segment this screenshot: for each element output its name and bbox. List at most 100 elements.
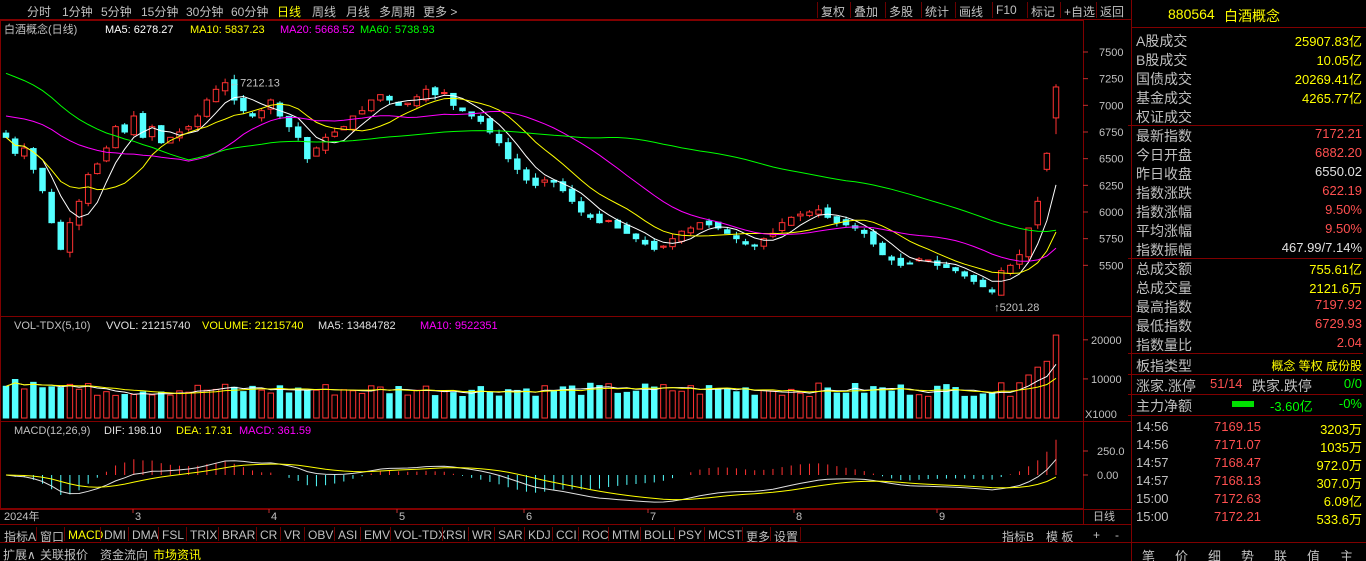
y-tick-label: 7250 bbox=[1099, 74, 1123, 86]
indicator-tab[interactable]: KDJ bbox=[528, 528, 551, 542]
vol-label: VOL-TDX(5,10) bbox=[14, 320, 90, 332]
y-tick-label: 7500 bbox=[1099, 47, 1123, 59]
toolbar-divider bbox=[885, 2, 886, 18]
volume-bar bbox=[924, 395, 932, 419]
panel-tab[interactable]: 联 bbox=[1274, 546, 1287, 561]
quote-value: 2121.6万 bbox=[1309, 281, 1362, 296]
candle-body bbox=[641, 239, 649, 245]
indicator-tab[interactable]: MTM bbox=[612, 528, 639, 542]
panel-tab[interactable]: 势 bbox=[1241, 546, 1254, 561]
volume-bar bbox=[121, 394, 128, 419]
tool-button[interactable]: 叠加 bbox=[854, 3, 878, 20]
indicator-right-button[interactable]: + bbox=[1093, 528, 1100, 542]
tick-price: 7169.15 bbox=[1214, 419, 1261, 434]
indicator-tab[interactable]: CR bbox=[260, 528, 277, 542]
period-toolbar: 分时 1分钟 5分钟 15分钟 30分钟 60分钟 日线 周线 月线 多周期 更多 > 复权 叠加 多股统… bbox=[0, 0, 1131, 20]
extension-tab[interactable]: 市场资讯 bbox=[153, 546, 201, 561]
candle-body bbox=[66, 222, 74, 253]
tool-button[interactable]: F10 bbox=[996, 3, 1017, 17]
period-tab[interactable]: 60分钟 bbox=[231, 3, 268, 20]
indicator-tab[interactable]: VOL-TDX bbox=[394, 528, 446, 542]
indicator-tab[interactable]: MCST bbox=[708, 528, 742, 542]
tool-button[interactable]: +自选 bbox=[1064, 3, 1095, 20]
extension-tab[interactable]: 扩展∧ bbox=[3, 546, 36, 561]
period-tab[interactable]: 多周期 bbox=[379, 3, 415, 20]
indicator-tab[interactable]: BRAR bbox=[222, 528, 255, 542]
candle-body bbox=[203, 99, 211, 117]
indicator-tab[interactable]: ASI bbox=[338, 528, 357, 542]
panel-tab[interactable]: 笔 bbox=[1142, 546, 1155, 561]
indicator-tab[interactable]: ROC bbox=[582, 528, 609, 542]
indicator-tab[interactable]: BOLL bbox=[644, 528, 675, 542]
tool-button[interactable]: 统计 bbox=[925, 3, 949, 20]
indicator-tab[interactable]: DMA bbox=[132, 528, 159, 542]
quote-row: 最低指数 6729.93 bbox=[1136, 315, 1364, 334]
quote-row: 指数涨幅 9.50% bbox=[1136, 201, 1364, 220]
period-tab[interactable]: 15分钟 bbox=[141, 3, 178, 20]
indicator-tab[interactable]: CCI bbox=[556, 528, 577, 542]
indicator-tab[interactable]: DMI bbox=[104, 528, 126, 542]
quote-label: 今日开盘 bbox=[1136, 147, 1192, 163]
period-tab[interactable]: 周线 bbox=[312, 3, 336, 20]
period-tab[interactable]: 日线 bbox=[277, 3, 301, 20]
macd-label: MACD(12,26,9) bbox=[14, 425, 90, 437]
period-tab[interactable]: 5分钟 bbox=[101, 3, 132, 20]
extension-tab[interactable]: 资金流向 bbox=[100, 546, 148, 561]
indicator-tab[interactable]: MACD bbox=[68, 528, 103, 542]
tab-divider bbox=[442, 527, 443, 541]
period-tab[interactable]: 1分钟 bbox=[62, 3, 93, 20]
candle-body bbox=[212, 88, 220, 103]
volume-bar bbox=[176, 390, 183, 419]
tool-button[interactable]: 多股 bbox=[889, 3, 913, 20]
extension-tab[interactable]: 关联报价 bbox=[40, 546, 88, 561]
panel-tab[interactable]: 细 bbox=[1208, 546, 1221, 561]
period-tab[interactable]: 月线 bbox=[346, 3, 370, 20]
candle-body bbox=[879, 242, 886, 256]
tool-button[interactable]: 复权 bbox=[821, 3, 845, 20]
indicator-tab[interactable]: OBV bbox=[308, 528, 333, 542]
volume-bar bbox=[833, 392, 841, 419]
ma20-legend: MA20: 5668.52 bbox=[280, 24, 355, 36]
quote-value: 6882.20 bbox=[1315, 145, 1362, 160]
vol-unit-label: X1000 bbox=[1085, 409, 1117, 421]
quote-row: 指数涨跌 622.19 bbox=[1136, 182, 1364, 201]
kline-chart-area[interactable]: 白酒概念(日线) MA5: 6278.27 MA10: 5837.23 MA20: 5… bbox=[0, 20, 1131, 524]
volume-bar bbox=[139, 391, 147, 419]
period-tab[interactable]: 30分钟 bbox=[186, 3, 223, 20]
volume-bar bbox=[1025, 374, 1032, 419]
volume-bar bbox=[386, 393, 393, 419]
indicator-tab[interactable]: WR bbox=[472, 528, 492, 542]
volume-bar bbox=[769, 390, 777, 419]
candle-body bbox=[523, 169, 530, 181]
tool-button[interactable]: 画线 bbox=[959, 3, 983, 20]
panel-tab[interactable]: 值 bbox=[1307, 546, 1320, 561]
x-month-label: 5 bbox=[399, 511, 405, 523]
candle-body bbox=[1043, 152, 1051, 170]
indicator-tab[interactable]: SAR bbox=[498, 528, 523, 542]
panel-tab[interactable]: 价 bbox=[1175, 546, 1188, 561]
period-tab[interactable]: 分时 bbox=[27, 3, 51, 20]
index-code: 880564 bbox=[1168, 6, 1215, 22]
indicator-tab[interactable]: TRIX bbox=[190, 528, 217, 542]
volume-bar bbox=[842, 392, 850, 419]
indicator-tab[interactable]: EMV bbox=[364, 528, 390, 542]
tool-button[interactable]: 标记 bbox=[1031, 3, 1055, 20]
indicator-tab[interactable]: VR bbox=[284, 528, 301, 542]
period-tab[interactable]: 更多 > bbox=[423, 3, 457, 20]
tool-button[interactable]: 返回 bbox=[1100, 3, 1124, 20]
indicator-right-button[interactable]: - bbox=[1115, 528, 1119, 542]
indicator-tab[interactable]: FSL bbox=[162, 528, 184, 542]
panel-tab[interactable]: 主 bbox=[1340, 546, 1353, 561]
tab-divider bbox=[608, 527, 609, 541]
tick-time: 15:00 bbox=[1136, 491, 1169, 506]
netflow-bar bbox=[1232, 401, 1254, 407]
vvol-legend: VVOL: 21215740 bbox=[106, 320, 190, 332]
tab-divider bbox=[128, 527, 129, 541]
quote-value: 20269.41亿 bbox=[1294, 72, 1362, 87]
indicator-tab[interactable]: PSY bbox=[678, 528, 702, 542]
quote-label: 权证成交 bbox=[1136, 109, 1192, 125]
indicator-tab[interactable]: RSI bbox=[446, 528, 466, 542]
board-type-value: 概念 等权 成份股 bbox=[1271, 359, 1362, 373]
ma10-line bbox=[5, 97, 1057, 275]
volume-bar bbox=[879, 387, 886, 419]
